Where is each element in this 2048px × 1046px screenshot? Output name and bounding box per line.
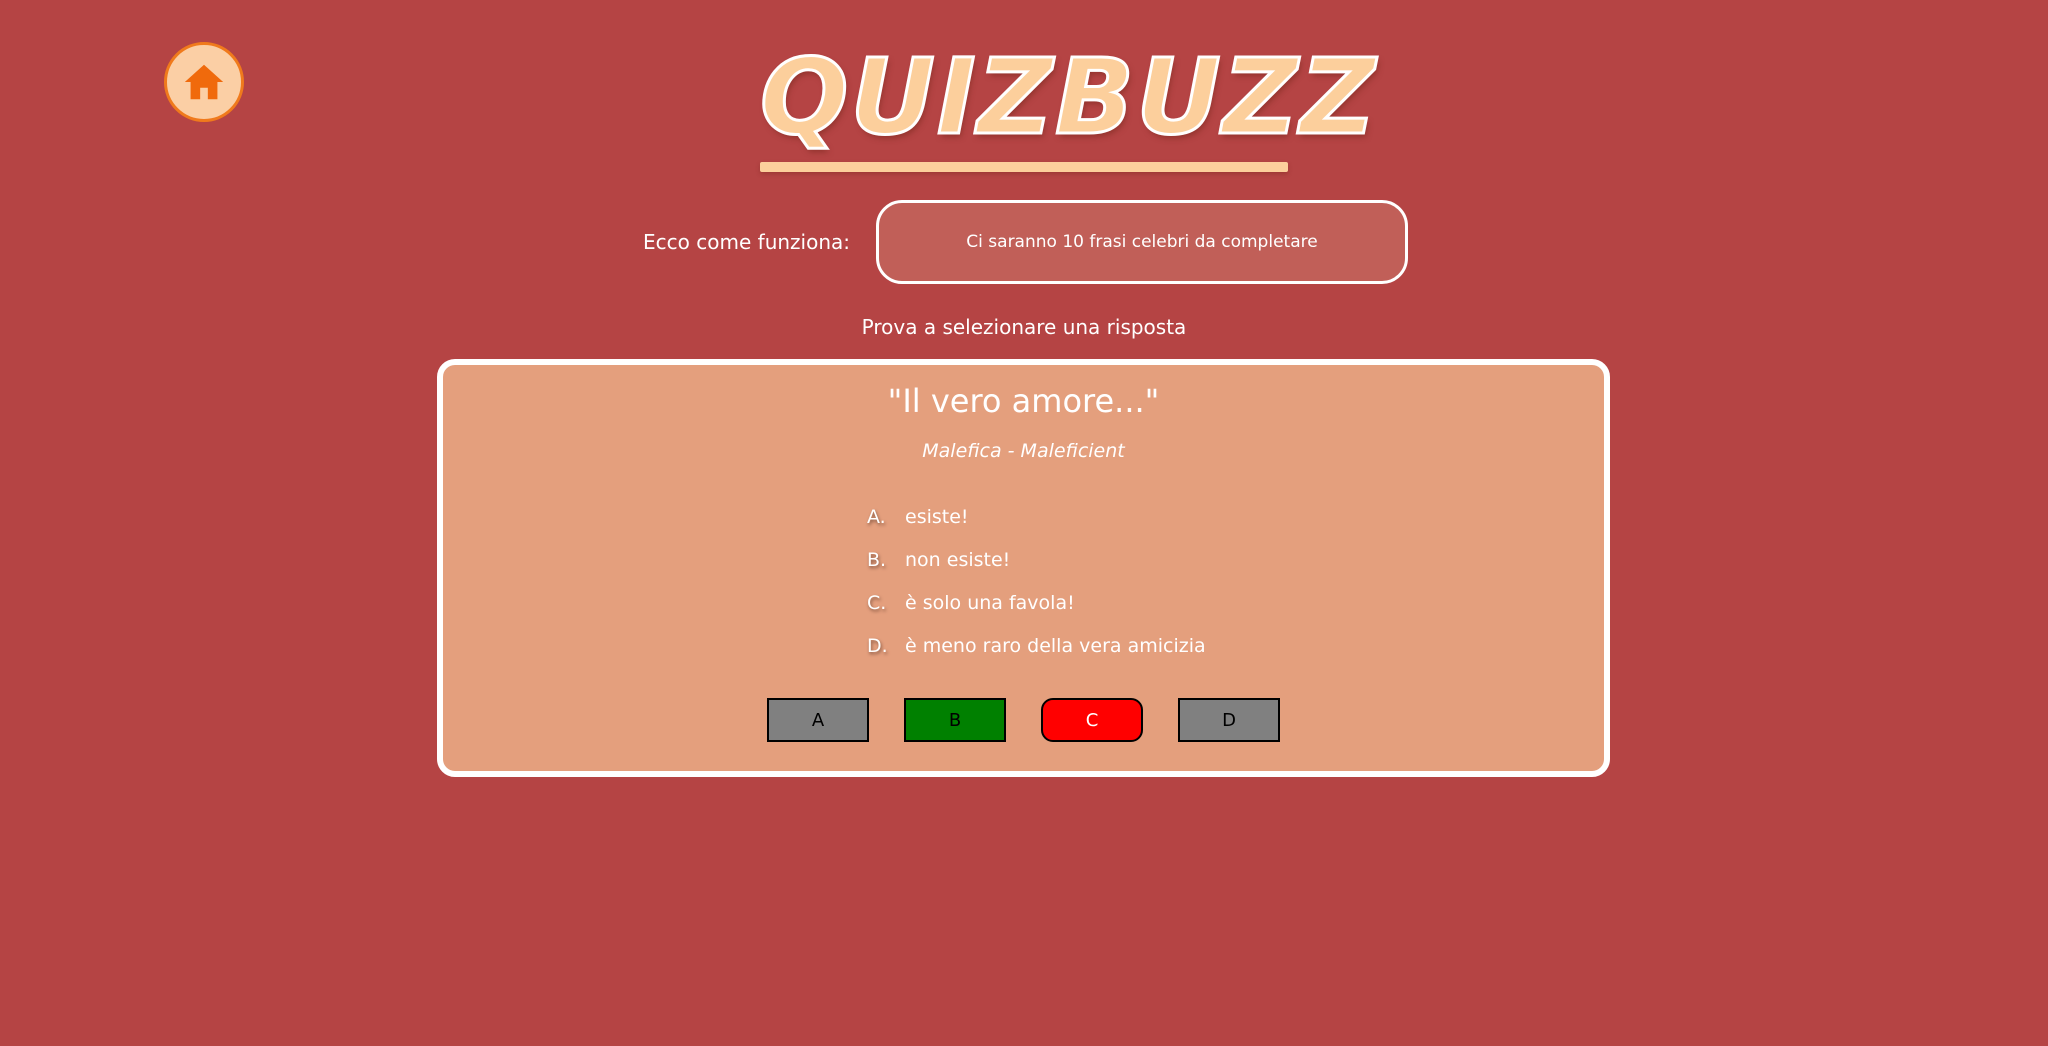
option-text: è meno raro della vera amicizia — [905, 634, 1206, 657]
answer-button-b[interactable]: B — [904, 698, 1006, 742]
howto-label: Ecco come funziona: — [643, 230, 850, 254]
answer-button-d[interactable]: D — [1178, 698, 1280, 742]
answer-button-c[interactable]: C — [1041, 698, 1143, 742]
option-item: B. non esiste! — [867, 538, 1206, 581]
howto-message: Ci saranno 10 frasi celebri da completar… — [966, 232, 1318, 252]
option-text: non esiste! — [905, 548, 1011, 571]
home-icon — [184, 64, 224, 100]
option-item: A. esiste! — [867, 495, 1206, 538]
option-letter: B. — [867, 548, 887, 571]
answer-button-a[interactable]: A — [767, 698, 869, 742]
logo-text: QUIZBUZZ — [759, 36, 1378, 158]
option-item: C. è solo una favola! — [867, 581, 1206, 624]
option-item: D. è meno raro della vera amicizia — [867, 624, 1206, 667]
app-logo: QUIZBUZZ — [759, 36, 1378, 178]
option-text: è solo una favola! — [905, 591, 1075, 614]
option-letter: A. — [867, 505, 886, 528]
options-list: A. esiste! B. non esiste! C. è solo una … — [867, 495, 1206, 667]
quiz-card: "Il vero amore..." Malefica - Maleficien… — [437, 359, 1610, 777]
quote-source: Malefica - Maleficient — [922, 440, 1125, 462]
howto-message-box: Ci saranno 10 frasi celebri da completar… — [876, 200, 1408, 284]
option-letter: D. — [867, 634, 888, 657]
option-text: esiste! — [905, 505, 969, 528]
logo-underline — [760, 162, 1288, 172]
answer-buttons: A B C D — [767, 698, 1280, 742]
quote-text: "Il vero amore..." — [887, 382, 1160, 420]
home-button[interactable] — [164, 42, 244, 122]
quiz-page: QUIZBUZZ Ecco come funziona: Ci saranno … — [0, 0, 2048, 1046]
option-letter: C. — [867, 591, 887, 614]
instruction-prompt: Prova a selezionare una risposta — [861, 315, 1187, 339]
